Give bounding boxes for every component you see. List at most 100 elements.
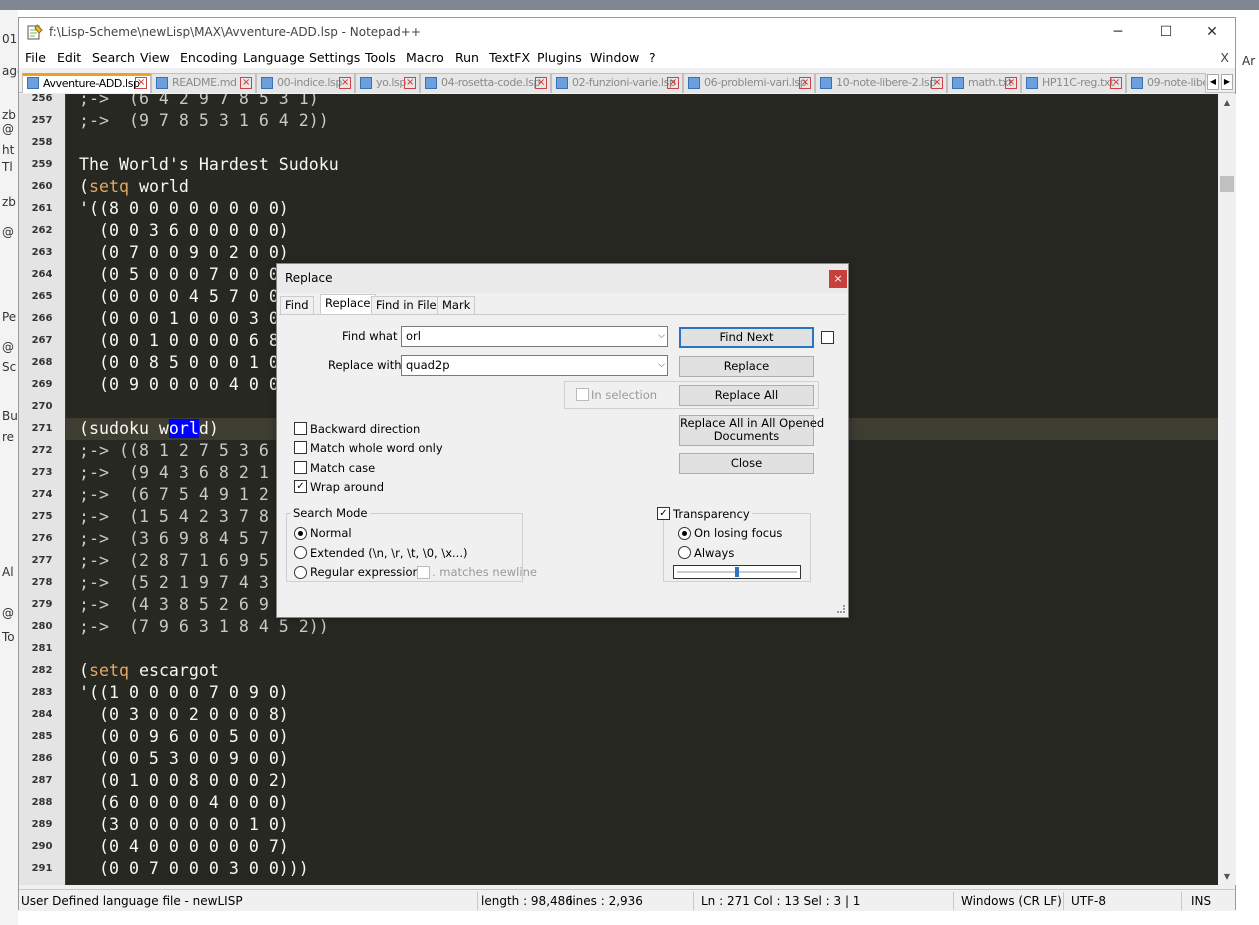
menu-item-settings[interactable]: Settings <box>309 50 360 65</box>
extended-radio[interactable] <box>294 546 307 559</box>
line-number: 290 <box>19 836 65 858</box>
code-line[interactable]: 262 (0 0 3 6 0 0 0 0 0) <box>19 220 1218 242</box>
menu-item-language[interactable]: Language <box>243 50 305 65</box>
menu-item-view[interactable]: View <box>140 50 170 65</box>
tab-close-icon[interactable]: × <box>1005 77 1017 89</box>
resize-grip-icon[interactable] <box>837 605 845 613</box>
document-tab[interactable]: math.txt × <box>947 73 1021 93</box>
menu-item-search[interactable]: Search <box>92 50 135 65</box>
document-tab[interactable]: 02-funzioni-varie.lsp × <box>551 73 683 93</box>
code-line[interactable]: 286 (0 0 5 3 0 0 9 0 0) <box>19 748 1218 770</box>
regex-radio[interactable] <box>294 566 307 579</box>
tab-close-icon[interactable]: × <box>1110 77 1122 89</box>
code-line[interactable]: 258 <box>19 132 1218 154</box>
tab-close-icon[interactable]: × <box>404 77 416 89</box>
chevron-down-icon[interactable]: ⌵ <box>658 327 665 346</box>
document-tab[interactable]: 00-indice.lsp × <box>256 73 355 93</box>
on-losing-focus-radio[interactable] <box>678 527 691 540</box>
code-line[interactable]: 288 (6 0 0 0 0 4 0 0 0) <box>19 792 1218 814</box>
tab-close-icon[interactable]: × <box>667 77 679 89</box>
scroll-down-icon[interactable]: ▼ <box>1218 868 1236 885</box>
wrap-around-checkbox[interactable]: ✓ <box>294 480 307 493</box>
menu-item-edit[interactable]: Edit <box>57 50 81 65</box>
close-document-button[interactable]: X <box>1220 50 1229 65</box>
vertical-scrollbar[interactable]: ▲ ▼ <box>1218 94 1236 885</box>
tab-close-icon[interactable]: × <box>799 77 811 89</box>
tab-close-icon[interactable]: × <box>339 77 351 89</box>
code-line[interactable]: 284 (0 3 0 0 2 0 0 0 8) <box>19 704 1218 726</box>
document-tab[interactable]: HP11C-reg.txt × <box>1021 73 1126 93</box>
menu-item-textfx[interactable]: TextFX <box>489 50 530 65</box>
minimize-button[interactable]: ─ <box>1095 18 1141 46</box>
document-tab[interactable]: README.md × <box>151 73 256 93</box>
code-text: (0 0 8 5 0 0 0 1 0) <box>79 352 289 374</box>
code-line[interactable]: 281 <box>19 638 1218 660</box>
transparency-slider[interactable] <box>673 565 801 579</box>
code-line[interactable]: 261 '((8 0 0 0 0 0 0 0 0) <box>19 198 1218 220</box>
code-line[interactable]: 256 ;-> (6 4 2 9 7 8 5 3 1) <box>19 94 1218 110</box>
replace-with-input[interactable]: quad2p ⌵ <box>401 355 668 376</box>
find-next-button[interactable]: Find Next <box>679 327 814 348</box>
dialog-close-button[interactable]: × <box>829 270 847 288</box>
background-text-fragment: Bu <box>2 409 18 423</box>
maximize-button[interactable]: ☐ <box>1143 18 1189 46</box>
document-tab[interactable]: 04-rosetta-code.lsp × <box>420 73 551 93</box>
replace-all-opened-button[interactable]: Replace All in All Opened Documents <box>679 415 824 446</box>
chevron-down-icon[interactable]: ⌵ <box>658 356 665 375</box>
document-tab[interactable]: 06-problemi-vari.lsp × <box>683 73 815 93</box>
selected-text: orl <box>168 419 199 438</box>
tab-mark[interactable]: Mark <box>437 296 476 314</box>
matches-newline-checkbox[interactable] <box>417 566 430 579</box>
scroll-up-icon[interactable]: ▲ <box>1218 94 1236 111</box>
always-radio[interactable] <box>678 546 691 559</box>
menu-item-window[interactable]: Window <box>590 50 639 65</box>
in-selection-checkbox[interactable] <box>576 388 589 401</box>
menu-item-run[interactable]: Run <box>455 50 479 65</box>
menu-item-tools[interactable]: Tools <box>365 50 396 65</box>
code-line[interactable]: 259 The World's Hardest Sudoku <box>19 154 1218 176</box>
transparency-checkbox[interactable]: ✓ <box>657 507 670 520</box>
tab-find[interactable]: Find <box>280 296 314 314</box>
document-tab[interactable]: 10-note-libere-2.lsp × <box>815 73 947 93</box>
replace-button[interactable]: Replace <box>679 356 814 377</box>
find-what-input[interactable]: orl ⌵ <box>401 326 668 347</box>
scrollbar-thumb[interactable] <box>1220 176 1234 192</box>
menu-item-macro[interactable]: Macro <box>406 50 444 65</box>
close-window-button[interactable]: ✕ <box>1189 18 1235 46</box>
menu-item-encoding[interactable]: Encoding <box>180 50 238 65</box>
tab-scroll-right-icon[interactable]: ▶ <box>1221 74 1233 90</box>
code-line[interactable]: 257 ;-> (9 7 8 5 3 1 6 4 2)) <box>19 110 1218 132</box>
menu-item-file[interactable]: File <box>25 50 46 65</box>
code-line[interactable]: 263 (0 7 0 0 9 0 2 0 0) <box>19 242 1218 264</box>
code-line[interactable]: 280 ;-> (7 9 6 3 1 8 4 5 2)) <box>19 616 1218 638</box>
menu-item-plugins[interactable]: Plugins <box>537 50 582 65</box>
match-whole-word-checkbox[interactable] <box>294 441 307 454</box>
code-line[interactable]: 285 (0 0 9 6 0 0 5 0 0) <box>19 726 1218 748</box>
code-line[interactable]: 289 (3 0 0 0 0 0 0 1 0) <box>19 814 1218 836</box>
tab-close-icon[interactable]: × <box>240 77 252 89</box>
code-line[interactable]: 283 '((1 0 0 0 0 7 0 9 0) <box>19 682 1218 704</box>
tab-close-icon[interactable]: × <box>931 77 943 89</box>
code-line[interactable]: 282 (setq escargot <box>19 660 1218 682</box>
document-tab[interactable]: Avventure-ADD.lsp × <box>22 73 151 93</box>
tab-close-icon[interactable]: × <box>535 77 547 89</box>
background-text-fragment: @ <box>2 340 14 354</box>
code-line[interactable]: 290 (0 4 0 0 0 0 0 0 7) <box>19 836 1218 858</box>
tab-scroll-left-icon[interactable]: ◀ <box>1207 74 1219 90</box>
slider-knob[interactable] <box>735 567 739 577</box>
backward-direction-checkbox[interactable] <box>294 422 307 435</box>
code-text: ;-> (9 4 3 6 8 2 1 <box>79 462 269 484</box>
document-tab[interactable]: 09-note-libere <box>1126 73 1206 93</box>
close-button[interactable]: Close <box>679 453 814 474</box>
tab-replace[interactable]: Replace <box>320 294 376 315</box>
match-case-checkbox[interactable] <box>294 461 307 474</box>
code-line[interactable]: 291 (0 0 7 0 0 0 3 0 0))) <box>19 858 1218 880</box>
menu-item-help[interactable]: ? <box>649 50 656 65</box>
tab-close-icon[interactable]: × <box>135 77 147 89</box>
normal-radio[interactable] <box>294 527 307 540</box>
find-next-option-checkbox[interactable] <box>821 331 834 344</box>
document-tab[interactable]: yo.lsp × <box>355 73 420 93</box>
code-line[interactable]: 287 (0 1 0 0 8 0 0 0 2) <box>19 770 1218 792</box>
replace-all-button[interactable]: Replace All <box>679 385 814 406</box>
code-line[interactable]: 260 (setq world <box>19 176 1218 198</box>
